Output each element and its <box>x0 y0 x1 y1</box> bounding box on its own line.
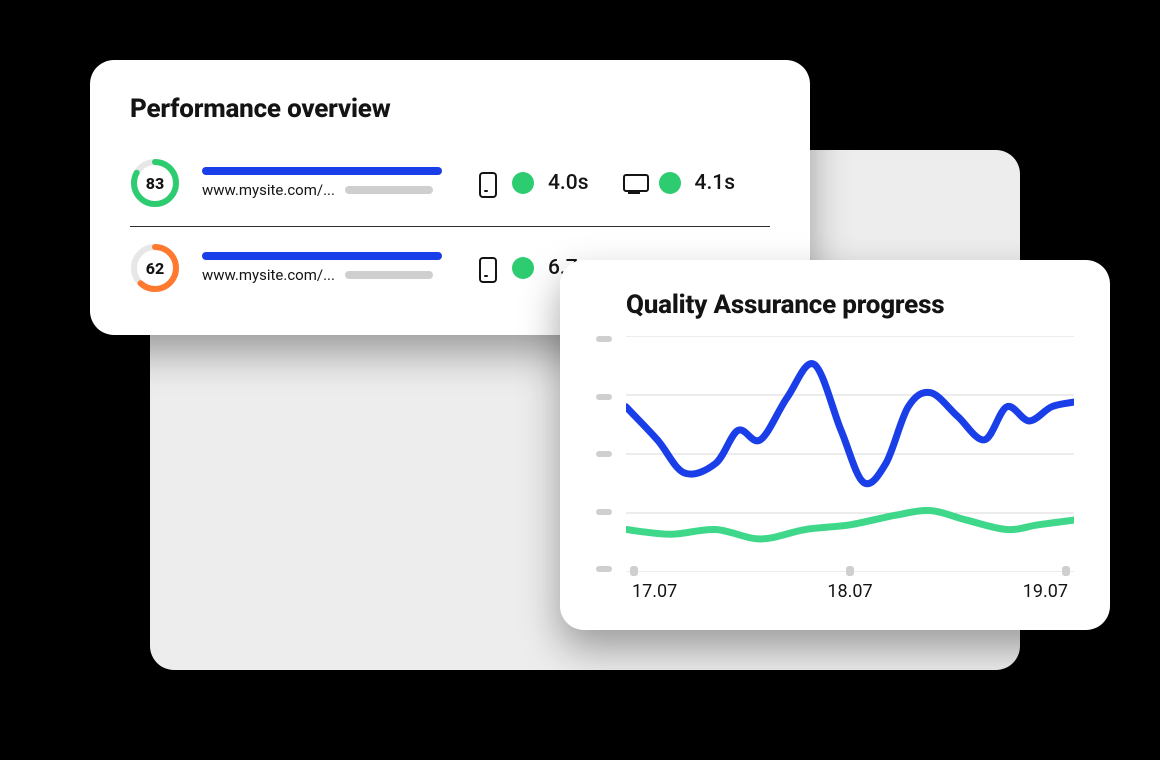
score-value: 83 <box>130 158 180 208</box>
placeholder-bar <box>345 271 433 279</box>
score-ring: 83 <box>130 158 180 208</box>
phone-icon <box>476 257 498 279</box>
performance-row: 83 www.mysite.com/... 4.0s <box>130 148 770 220</box>
x-axis: 17.07 18.07 19.07 <box>626 576 1074 606</box>
x-tick <box>846 566 854 576</box>
timing-value: 4.1s <box>695 171 736 195</box>
plot-area <box>626 336 1074 572</box>
stage: Performance overview 83 www.mysite.com/.… <box>0 0 1160 760</box>
url-row: www.mysite.com/... <box>202 266 442 284</box>
x-tick <box>1062 566 1070 576</box>
x-tick <box>630 566 638 576</box>
measure: 4.0s <box>476 171 589 195</box>
x-marks <box>626 566 1074 576</box>
score-value: 62 <box>130 243 180 293</box>
url-block: www.mysite.com/... <box>202 252 442 284</box>
x-label: 19.07 <box>1023 581 1068 602</box>
status-dot <box>512 172 534 194</box>
measure: 4.1s <box>623 171 736 195</box>
url-text: www.mysite.com/... <box>202 181 335 199</box>
url-text: www.mysite.com/... <box>202 266 335 284</box>
progress-bar <box>202 252 442 260</box>
score-ring: 62 <box>130 243 180 293</box>
row-divider <box>130 226 770 227</box>
progress-bar <box>202 167 442 175</box>
status-dot <box>512 257 534 279</box>
y-ticks <box>596 336 618 572</box>
y-tick <box>596 336 612 342</box>
desktop-icon <box>623 172 645 194</box>
qa-title: Quality Assurance progress <box>626 290 1074 320</box>
qa-chart: 17.07 18.07 19.07 <box>596 336 1074 606</box>
phone-icon <box>476 172 498 194</box>
y-tick <box>596 451 612 457</box>
y-tick <box>596 566 612 572</box>
y-tick <box>596 509 612 515</box>
placeholder-bar <box>345 186 433 194</box>
y-tick <box>596 394 612 400</box>
x-label: 18.07 <box>827 581 872 602</box>
url-row: www.mysite.com/... <box>202 181 442 199</box>
x-label: 17.07 <box>632 581 677 602</box>
url-block: www.mysite.com/... <box>202 167 442 199</box>
qa-progress-card: Quality Assurance progress <box>560 260 1110 630</box>
status-dot <box>659 172 681 194</box>
timing-value: 4.0s <box>548 171 589 195</box>
performance-title: Performance overview <box>130 94 770 124</box>
